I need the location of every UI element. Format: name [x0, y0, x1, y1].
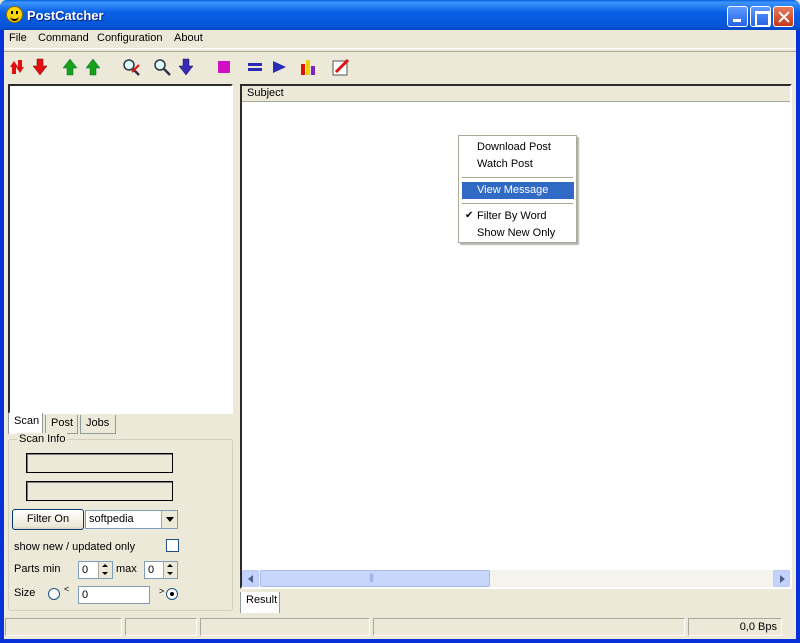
status-cell-1 — [5, 618, 122, 636]
column-header-subject[interactable]: Subject — [242, 86, 790, 102]
ctx-separator-2 — [462, 203, 573, 204]
window-title: PostCatcher — [27, 8, 104, 23]
tab-result[interactable]: Result — [240, 592, 280, 613]
client-area: File Command Configuration About Scan Po… — [4, 30, 796, 639]
status-bar: 0,0 Bps — [4, 617, 796, 637]
newsgroup-list[interactable] — [8, 84, 233, 414]
scan-info-field-2 — [26, 481, 173, 501]
menu-bar: File Command Configuration About — [4, 30, 796, 49]
size-greater-radio[interactable] — [166, 588, 178, 600]
parts-max-label: max — [116, 563, 137, 575]
checkmark-icon: ✔ — [465, 210, 474, 221]
green-up-arrow-icon[interactable] — [59, 56, 81, 78]
status-cell-2 — [125, 618, 197, 636]
filter-on-button[interactable]: Filter On — [12, 509, 84, 530]
magnify-icon[interactable] — [151, 56, 173, 78]
size-input-value: 0 — [82, 589, 89, 601]
ctx-filter-by-word[interactable]: ✔ Filter By Word — [462, 208, 574, 225]
main-window: PostCatcher File Command Configuration A… — [0, 0, 800, 643]
menu-about[interactable]: About — [174, 32, 203, 44]
filter-combo[interactable]: softpedia — [85, 510, 178, 529]
toolbar — [4, 51, 796, 81]
chevron-down-icon[interactable] — [161, 511, 177, 528]
maximize-button[interactable] — [750, 6, 771, 27]
tab-post[interactable]: Post — [45, 415, 78, 434]
horizontal-scrollbar[interactable] — [242, 570, 790, 587]
play-icon[interactable] — [268, 56, 290, 78]
parts-max-spinner[interactable]: 0 — [144, 561, 178, 579]
red-down-arrow-icon[interactable] — [29, 56, 51, 78]
red-arrows-icon[interactable] — [6, 56, 28, 78]
status-speed: 0,0 Bps — [688, 618, 782, 636]
tab-jobs[interactable]: Jobs — [80, 415, 116, 434]
scan-info-field-1 — [26, 453, 173, 473]
edit-icon[interactable] — [330, 56, 352, 78]
ctx-download-post[interactable]: Download Post — [462, 139, 574, 156]
status-cell-3 — [200, 618, 370, 636]
scroll-thumb[interactable] — [260, 570, 490, 587]
menu-command[interactable]: Command — [38, 32, 89, 44]
left-tab-bar: Scan Post Jobs — [8, 413, 238, 435]
status-cell-4 — [373, 618, 685, 636]
parts-min-spin-icon[interactable] — [98, 562, 112, 578]
smiley-app-icon — [6, 6, 23, 23]
parts-min-value: 0 — [82, 564, 89, 576]
scan-info-group: Scan Info Filter On softpedia show new /… — [8, 433, 233, 611]
menu-file[interactable]: File — [9, 32, 27, 44]
show-new-checkbox[interactable] — [166, 539, 179, 552]
ctx-filter-by-word-label: Filter By Word — [477, 210, 547, 222]
ctx-view-message[interactable]: View Message — [462, 182, 574, 199]
stop-icon[interactable] — [213, 56, 235, 78]
magnify-remove-icon[interactable] — [120, 56, 142, 78]
title-bar[interactable]: PostCatcher — [0, 0, 800, 30]
panel-splitter[interactable] — [235, 84, 239, 614]
bar-chart-icon[interactable] — [298, 56, 320, 78]
filter-combo-value: softpedia — [89, 513, 134, 525]
parts-min-spinner[interactable]: 0 — [78, 561, 113, 579]
ctx-show-new-only[interactable]: Show New Only — [462, 225, 574, 242]
equals-icon[interactable] — [244, 56, 266, 78]
scroll-right-icon[interactable] — [773, 570, 790, 587]
parts-max-spin-icon[interactable] — [163, 562, 177, 578]
ctx-watch-post[interactable]: Watch Post — [462, 156, 574, 173]
close-button[interactable] — [773, 6, 794, 27]
size-greater-symbol: > — [159, 586, 165, 596]
scan-info-legend: Scan Info — [17, 433, 68, 445]
size-less-symbol: < — [64, 584, 70, 594]
parts-min-label: Parts min — [14, 563, 61, 575]
green-up-arrow-2-icon[interactable] — [82, 56, 104, 78]
scroll-left-icon[interactable] — [242, 570, 259, 587]
size-input[interactable]: 0 — [78, 586, 150, 604]
parts-max-value: 0 — [148, 564, 155, 576]
tab-scan[interactable]: Scan — [8, 413, 43, 434]
menu-configuration[interactable]: Configuration — [97, 32, 162, 44]
size-label: Size — [14, 587, 36, 599]
minimize-button[interactable] — [727, 6, 748, 27]
ctx-separator-1 — [462, 177, 573, 178]
size-less-radio[interactable] — [48, 588, 60, 600]
context-menu: Download Post Watch Post View Message ✔ … — [458, 135, 577, 243]
show-new-label: show new / updated only — [14, 541, 136, 553]
blue-down-arrow-icon[interactable] — [175, 56, 197, 78]
